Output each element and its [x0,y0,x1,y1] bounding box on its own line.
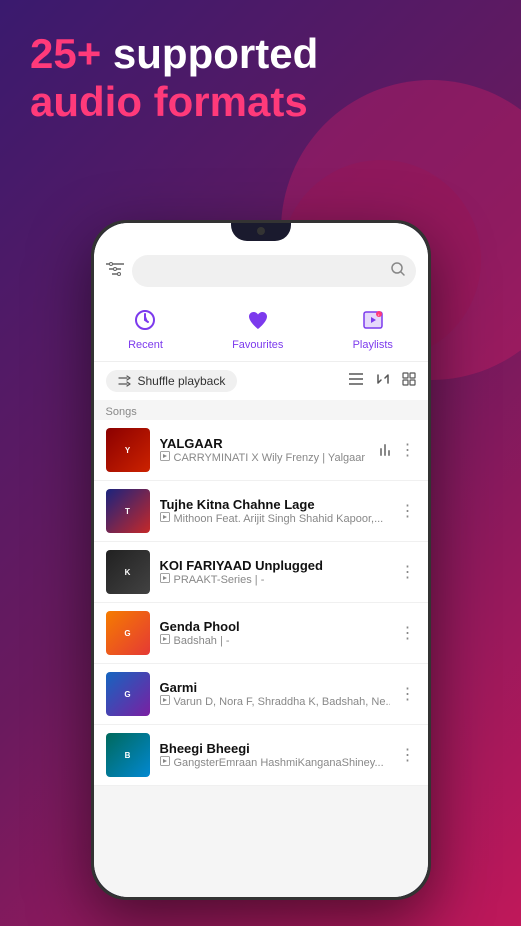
song-info-koi: KOI FARIYAAD Unplugged PRAAKT-Series | - [160,558,390,586]
header-section: 25+ supported audio formats [30,30,491,127]
song-art-koi: K [106,550,150,594]
song-info-genda: Genda Phool Badshah | - [160,619,390,647]
song-meta-yalgaar: CARRYMINATI X Wily Frenzy | Yalgaar [160,451,370,464]
song-title-bheegi: Bheegi Bheegi [160,741,390,756]
grid-icon[interactable] [402,372,416,391]
song-meta-genda: Badshah | - [160,634,390,647]
song-title-genda: Genda Phool [160,619,390,634]
header-title: 25+ supported audio formats [30,30,491,127]
favourites-label: Favourites [232,339,283,351]
song-art-genda: G [106,611,150,655]
favourites-icon [243,305,273,335]
song-more-tujhe[interactable]: ⋮ [400,501,416,521]
song-title-garmi: Garmi [160,680,390,695]
song-title-koi: KOI FARIYAAD Unplugged [160,558,390,573]
song-more-genda[interactable]: ⋮ [400,623,416,643]
song-more-garmi[interactable]: ⋮ [400,684,416,704]
search-input-container[interactable] [132,255,416,287]
playlists-label: Playlists [353,339,393,351]
tab-recent[interactable]: Recent [128,305,163,351]
song-more-yalgaar[interactable]: ⋮ [400,440,416,460]
song-more-bheegi[interactable]: ⋮ [400,745,416,765]
recent-label: Recent [128,339,163,351]
shuffle-button[interactable]: Shuffle playback [106,370,238,392]
song-meta-bheegi: GangsterEmraan HashmiKanganaShiney... [160,756,390,769]
phone-mockup: Recent Favourites ♪ [91,220,431,900]
song-more-koi[interactable]: ⋮ [400,562,416,582]
song-item-tujhe[interactable]: T Tujhe Kitna Chahne Lage Mithoon Feat. … [94,481,428,542]
song-item-koi[interactable]: K KOI FARIYAAD Unplugged PRAAKT-Series |… [94,542,428,603]
phone-notch [231,223,291,241]
songs-section-label: Songs [94,400,428,420]
shuffle-controls [348,372,416,391]
list-icon[interactable] [348,372,364,391]
song-art-garmi: G [106,672,150,716]
nav-tabs: Recent Favourites ♪ [94,295,428,362]
sort-icon[interactable] [376,372,390,391]
header-highlight: 25+ [30,30,101,77]
song-meta-koi: PRAAKT-Series | - [160,573,390,586]
song-item-genda[interactable]: G Genda Phool Badshah | - ⋮ [94,603,428,664]
song-meta-garmi: Varun D, Nora F, Shraddha K, Badshah, Ne… [160,695,390,708]
phone-screen: Recent Favourites ♪ [94,223,428,897]
song-title-yalgaar: YALGAAR [160,436,370,451]
header-line1-rest: supported [101,30,318,77]
song-info-bheegi: Bheegi Bheegi GangsterEmraan HashmiKanga… [160,741,390,769]
song-item-bheegi[interactable]: B Bheegi Bheegi GangsterEmraan HashmiKan… [94,725,428,786]
song-info-garmi: Garmi Varun D, Nora F, Shraddha K, Badsh… [160,680,390,708]
tab-favourites[interactable]: Favourites [232,305,283,351]
svg-text:♪: ♪ [377,312,379,317]
search-icon [390,261,406,282]
song-item-yalgaar[interactable]: Y YALGAAR CARRYMINATI X Wily Frenzy | Ya… [94,420,428,481]
filter-icon[interactable] [106,262,124,281]
shuffle-label: Shuffle playback [138,374,226,388]
eq-icon-yalgaar [380,444,390,456]
song-meta-tujhe: Mithoon Feat. Arijit Singh Shahid Kapoor… [160,512,390,525]
shuffle-bar: Shuffle playback [94,362,428,400]
song-item-garmi[interactable]: G Garmi Varun D, Nora F, Shraddha K, Bad… [94,664,428,725]
search-bar [94,247,428,295]
songs-section: Songs Y YALGAAR CARRYMINATI X Wily Frenz… [94,400,428,897]
song-art-tujhe: T [106,489,150,533]
tab-playlists[interactable]: ♪ Playlists [353,305,393,351]
song-art-bheegi: B [106,733,150,777]
header-line2: audio formats [30,78,308,125]
song-info-yalgaar: YALGAAR CARRYMINATI X Wily Frenzy | Yalg… [160,436,370,464]
song-info-tujhe: Tujhe Kitna Chahne Lage Mithoon Feat. Ar… [160,497,390,525]
song-title-tujhe: Tujhe Kitna Chahne Lage [160,497,390,512]
playlists-icon: ♪ [358,305,388,335]
song-art-yalgaar: Y [106,428,150,472]
recent-icon [130,305,160,335]
